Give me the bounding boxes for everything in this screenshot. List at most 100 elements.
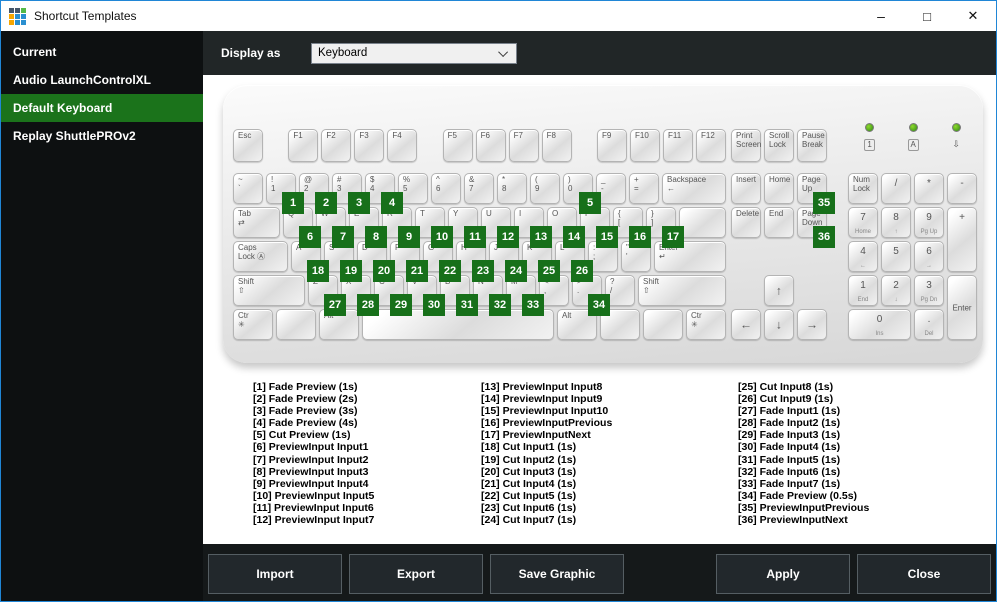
shortcut-badge-21: 21 — [406, 260, 428, 282]
legend-column-2: [13] PreviewInput Input8 [14] PreviewInpu… — [481, 381, 612, 526]
shortcut-badge-11: 11 — [464, 226, 486, 248]
key-label: 0 — [876, 314, 883, 325]
key-label: Shift ⇧ — [643, 277, 660, 295]
shortcut-badge-18: 18 — [307, 260, 329, 282]
shortcut-badge-1: 1 — [282, 192, 304, 214]
key-label: ) 0 — [568, 175, 573, 193]
scroll-lock-led: ⇩ — [951, 123, 961, 151]
key-label: ~ ` — [238, 175, 243, 193]
apply-button[interactable]: Apply — [716, 554, 850, 594]
save-graphic-button[interactable]: Save Graphic — [490, 554, 624, 594]
key-sublabel: ← — [860, 263, 866, 269]
key-label: :; — [593, 243, 596, 261]
key-f10: F10 — [629, 129, 660, 162]
topbar: Display as Keyboard — [203, 31, 996, 75]
legend-item: [27] Fade Input1 (1s) — [738, 405, 841, 418]
maximize-icon[interactable]: □ — [904, 1, 950, 31]
key-label: 5 — [893, 246, 899, 257]
shortcut-badge-36: 36 — [813, 226, 835, 248]
close-icon[interactable]: ✕ — [950, 1, 996, 31]
export-button[interactable]: Export — [349, 554, 483, 594]
display-as-dropdown[interactable]: Keyboard — [311, 42, 517, 64]
shortcut-badge-24: 24 — [505, 260, 527, 282]
key-np-0: 0 Ins — [848, 309, 911, 340]
key-np-5: 5 — [881, 241, 911, 272]
shortcut-badge-27: 27 — [324, 294, 346, 316]
legend-item: [1] Fade Preview (1s) — [253, 381, 358, 393]
sidebar-item-replay-shuttleprov2[interactable]: Replay ShuttlePROv2 — [1, 122, 203, 150]
key-label: . — [927, 314, 931, 325]
key-label: Num Lock — [853, 175, 870, 193]
legend-item: [5] Cut Preview (1s) — [253, 429, 351, 442]
key-np-4: 4 ← — [848, 241, 878, 272]
legend-item: [35] PreviewInputPrevious — [738, 501, 870, 514]
shortcut-badge-35: 35 — [813, 192, 835, 214]
key-grave: ~ ` — [233, 173, 263, 204]
key-sublabel: End — [857, 297, 869, 303]
key-np-9: 9 Pg Up — [914, 207, 944, 238]
key-menu — [643, 309, 683, 340]
key-label: End — [769, 209, 784, 218]
titlebar: Shortcut Templates – □ ✕ — [1, 1, 996, 31]
key-label: Tab ⇄ — [238, 209, 251, 227]
key-label: Scroll Lock — [769, 131, 790, 149]
key-arrow-down: ↓ — [764, 309, 794, 340]
legend-item: [15] PreviewInput Input10 — [481, 405, 609, 418]
key-np-7: 7 Home — [848, 207, 878, 238]
key-gap — [575, 129, 594, 162]
shortcut-badge-22: 22 — [439, 260, 461, 282]
minimize-icon[interactable]: – — [858, 1, 904, 31]
import-button[interactable]: Import — [208, 554, 342, 594]
key-sublabel: Home — [854, 229, 871, 235]
key-f4: F4 — [387, 129, 418, 162]
sidebar-item-current[interactable]: Current — [1, 38, 203, 66]
shortcut-badge-2: 2 — [315, 192, 337, 214]
key-shift-right: Shift ⇧ — [638, 275, 726, 306]
key-label: _ - — [601, 175, 606, 193]
close-button[interactable]: Close — [857, 554, 991, 594]
key-shift-left: Shift ⇧ — [233, 275, 305, 306]
key-label: Ctr ✳ — [691, 311, 702, 329]
legend-item: [24] Cut Input7 (1s) — [481, 514, 577, 527]
display-as-value: Keyboard — [318, 47, 368, 59]
legend-item: [34] Fade Preview (0.5s) — [738, 489, 858, 502]
key-esc: Esc — [233, 129, 263, 162]
app-icon-square — [15, 7, 20, 13]
legend-item: [16] PreviewInputPrevious — [481, 417, 613, 430]
sidebar-item-default-keyboard[interactable]: Default Keyboard — [1, 94, 203, 122]
app-icon-square — [9, 7, 14, 13]
key-label: {[ — [618, 209, 621, 227]
key-label: Esc — [238, 131, 252, 140]
key-label: Shift ⇧ — [238, 277, 255, 295]
led-symbol: 1 — [864, 139, 875, 151]
system-key-cluster: Print Screen Scroll Lock Pause Break — [731, 129, 827, 162]
app-icon-square — [9, 13, 14, 19]
key-backslash — [679, 207, 726, 238]
shortcut-templates-window: Shortcut Templates – □ ✕ Current Audio La… — [0, 0, 997, 602]
content-area: Esc F1 F2 F3 F4 F5 F6 F7 F8 F9 F10 F11 F12 Print Scre… — [203, 75, 996, 544]
key-f11: F11 — [662, 129, 693, 162]
key-sublabel: Del — [924, 331, 934, 337]
shortcut-badge-8: 8 — [365, 226, 387, 248]
key-label: % 5 — [403, 175, 411, 193]
arrow-key-row: ← ↓ → — [731, 309, 827, 340]
key-np-divide: / — [881, 173, 911, 204]
led-symbol: A — [907, 139, 919, 151]
key-win-left — [276, 309, 316, 340]
key-row-2: Tab⇄Q6W7E8R9T10Y11U12I13O14P15{[16}]17 — [233, 207, 726, 248]
shortcut-badge-9: 9 — [398, 226, 420, 248]
sidebar-item-audio-launchcontrolxl[interactable]: Audio LaunchControlXL — [1, 66, 203, 94]
key-sublabel: Pg Dn — [920, 297, 938, 303]
key-ctrl-left: Ctr ✳ — [233, 309, 273, 340]
key-label: F8 — [546, 131, 556, 140]
key-label: Print Screen — [736, 131, 762, 149]
key-label: Insert — [736, 175, 757, 184]
shortcut-badge-23: 23 — [472, 260, 494, 282]
key-home: Home — [764, 173, 794, 204]
key-label: Enter — [952, 302, 972, 312]
shortcut-badge-19: 19 — [340, 260, 362, 282]
legend-item: [28] Fade Input2 (1s) — [738, 417, 841, 430]
key-sublabel: Pg Up — [920, 229, 938, 235]
key-label: / — [894, 178, 898, 189]
footer-bar: Import Export Save Graphic Apply Close — [203, 544, 996, 601]
